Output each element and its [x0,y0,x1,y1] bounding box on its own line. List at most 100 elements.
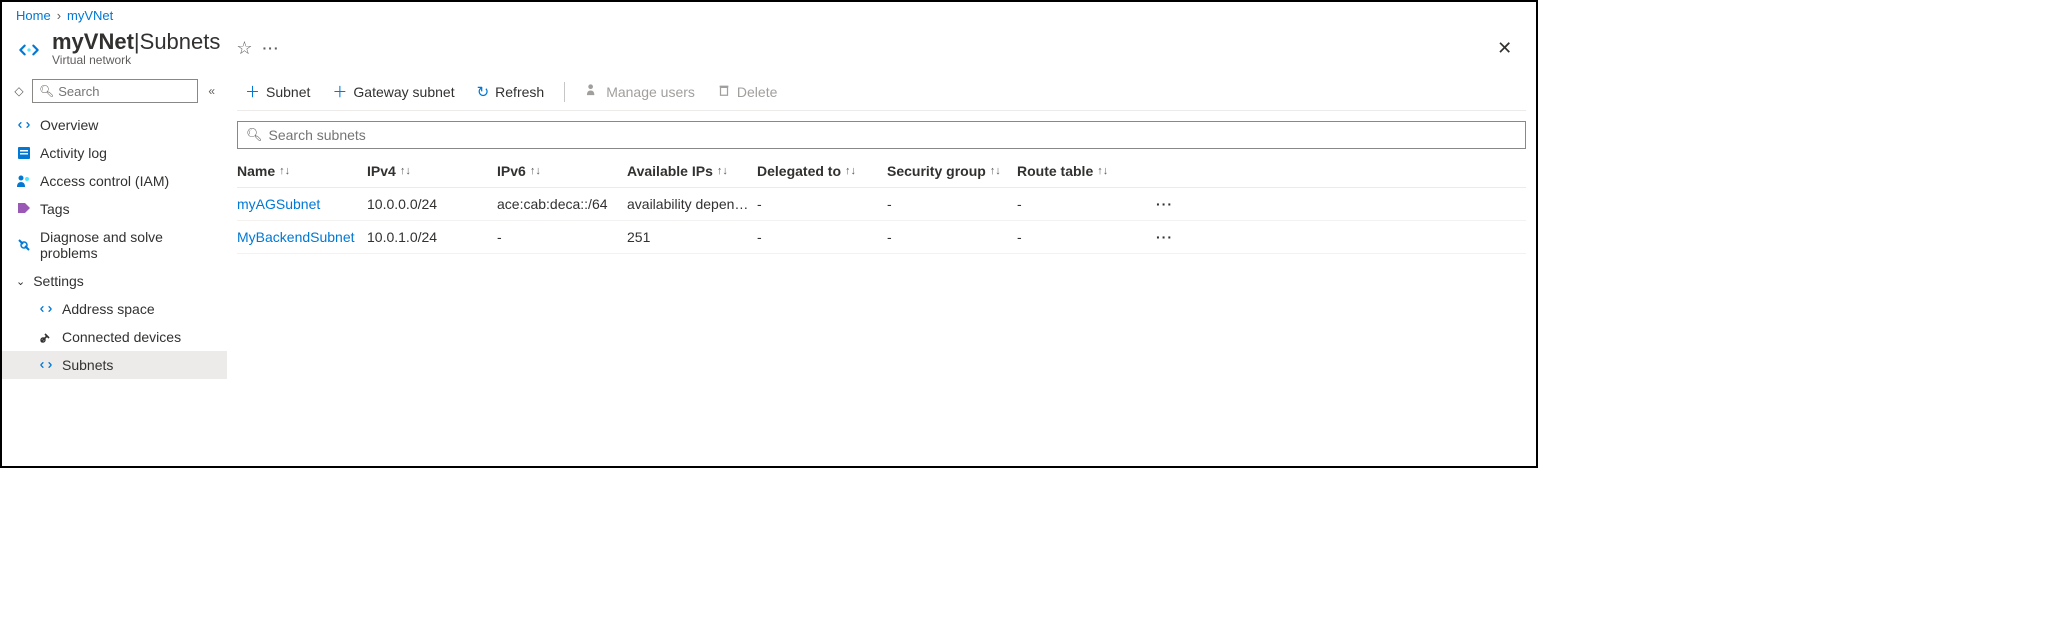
sidebar-item-overview[interactable]: Overview [2,111,227,139]
overview-icon [16,117,32,133]
sidebar-item-address-space[interactable]: Address space [2,295,227,323]
add-gateway-subnet-button[interactable]: ＋ Gateway subnet [328,79,458,104]
toolbar-label: Delete [737,84,777,100]
sort-icon: ↑↓ [1097,165,1108,177]
col-label: Delegated to [757,163,841,179]
sidebar-item-activity-log[interactable]: Activity log [2,139,227,167]
title-page: Subnets [140,29,221,55]
tags-icon [16,201,32,217]
cell-available: availability dependent … [627,196,757,212]
subnet-name-link[interactable]: myAGSubnet [237,196,367,212]
col-label: Available IPs [627,163,713,179]
manage-users-button: Manage users [581,80,699,103]
settings-group-label: Settings [33,273,84,289]
breadcrumb-sep-icon: › [57,8,61,23]
page-title: myVNet | Subnets [52,29,220,55]
connected-devices-icon [38,329,54,345]
col-label: Security group [887,163,986,179]
chevron-down-icon: ⌄ [16,275,25,288]
sidebar: ◇ 🔍︎ « Overview Activity log Access cont… [2,73,227,469]
sidebar-item-tags[interactable]: Tags [2,195,227,223]
sidebar-item-label: Access control (IAM) [40,173,169,189]
address-space-icon [38,301,54,317]
delete-icon [717,83,731,101]
sidebar-collapse-icon[interactable]: « [204,84,219,98]
cell-security: - [887,196,1017,212]
subnets-table: Name ↑↓ IPv4 ↑↓ IPv6 ↑↓ Available IPs ↑↓ Del… [237,155,1526,254]
page-header: myVNet | Subnets Virtual network ☆ ··· ✕ [2,27,1536,73]
row-more-icon[interactable]: ··· [1147,196,1177,212]
row-more-icon[interactable]: ··· [1147,229,1177,245]
sort-icon: ↑↓ [400,165,411,177]
sort-icon: ↑↓ [717,165,728,177]
col-ipv4[interactable]: IPv4 ↑↓ [367,163,497,179]
cell-ipv4: 10.0.1.0/24 [367,229,497,245]
toolbar-label: Refresh [495,84,544,100]
subnet-name-link[interactable]: MyBackendSubnet [237,229,367,245]
toolbar-separator [564,82,565,102]
main-content: ＋ Subnet ＋ Gateway subnet ↻ Refresh Mana… [227,73,1536,469]
sort-icon: ↑↓ [990,165,1001,177]
sort-icon: ↑↓ [530,165,541,177]
cell-ipv6: ace:cab:deca::/64 [497,196,627,212]
table-row[interactable]: myAGSubnet 10.0.0.0/24 ace:cab:deca::/64… [237,188,1526,221]
search-icon: 🔍︎ [39,84,54,98]
table-row[interactable]: MyBackendSubnet 10.0.1.0/24 - 251 - - - … [237,221,1526,254]
col-ipv6[interactable]: IPv6 ↑↓ [497,163,627,179]
col-delegated[interactable]: Delegated to ↑↓ [757,163,887,179]
diagnose-icon [16,237,32,253]
col-route[interactable]: Route table ↑↓ [1017,163,1147,179]
sort-icon: ↑↓ [279,165,290,177]
sidebar-item-subnets[interactable]: Subnets [2,351,227,379]
cell-route: - [1017,196,1147,212]
col-name[interactable]: Name ↑↓ [237,163,367,179]
search-subnets[interactable]: 🔍︎ [237,121,1526,149]
title-resource: myVNet [52,29,134,55]
cell-ipv6: - [497,229,627,245]
col-available[interactable]: Available IPs ↑↓ [627,163,757,179]
sidebar-item-label: Tags [40,201,70,217]
refresh-button[interactable]: ↻ Refresh [473,81,549,103]
cell-ipv4: 10.0.0.0/24 [367,196,497,212]
favorite-star-icon[interactable]: ☆ [236,38,252,59]
cell-security: - [887,229,1017,245]
search-subnets-input[interactable] [269,127,1518,143]
sidebar-group-settings[interactable]: ⌄ Settings [2,267,227,295]
sidebar-item-label: Activity log [40,145,107,161]
sidebar-item-access-control[interactable]: Access control (IAM) [2,167,227,195]
sidebar-search-input[interactable] [58,84,191,99]
col-security[interactable]: Security group ↑↓ [887,163,1017,179]
col-label: Route table [1017,163,1093,179]
page-subtitle: Virtual network [52,53,220,67]
cell-route: - [1017,229,1147,245]
delete-button: Delete [713,81,781,103]
sidebar-item-diagnose[interactable]: Diagnose and solve problems [2,223,227,267]
col-label: Name [237,163,275,179]
subnets-icon [38,357,54,373]
sidebar-item-connected-devices[interactable]: Connected devices [2,323,227,351]
toolbar: ＋ Subnet ＋ Gateway subnet ↻ Refresh Mana… [237,73,1526,111]
breadcrumb-current[interactable]: myVNet [67,8,113,23]
breadcrumb: Home › myVNet [2,2,1536,27]
sidebar-search[interactable]: 🔍︎ [32,79,198,103]
close-button[interactable]: ✕ [1487,32,1522,65]
sidebar-item-label: Address space [62,301,155,317]
sidebar-item-label: Diagnose and solve problems [40,229,217,261]
add-subnet-button[interactable]: ＋ Subnet [241,79,314,104]
refresh-icon: ↻ [477,83,490,101]
sidebar-resize-icon[interactable]: ◇ [12,84,26,98]
plus-icon: ＋ [332,81,347,102]
toolbar-label: Gateway subnet [353,84,454,100]
toolbar-label: Manage users [606,84,695,100]
manage-users-icon [585,82,600,101]
header-more-icon[interactable]: ··· [263,40,280,56]
cell-delegated: - [757,196,887,212]
table-header: Name ↑↓ IPv4 ↑↓ IPv6 ↑↓ Available IPs ↑↓ Del… [237,155,1526,188]
col-label: IPv6 [497,163,526,179]
sidebar-item-label: Connected devices [62,329,181,345]
search-icon: 🔍︎ [246,127,263,143]
sidebar-item-label: Overview [40,117,98,133]
breadcrumb-home[interactable]: Home [16,8,51,23]
col-label: IPv4 [367,163,396,179]
sort-icon: ↑↓ [845,165,856,177]
